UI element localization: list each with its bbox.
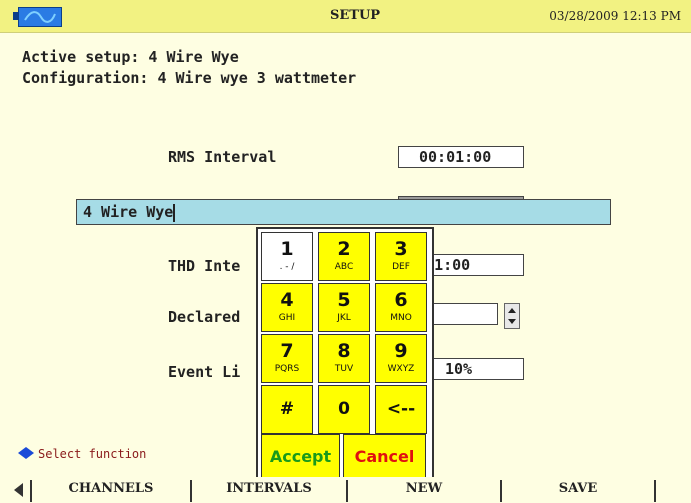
- key-4[interactable]: 4 GHI: [261, 283, 313, 332]
- battery-waveform-icon: [24, 11, 56, 23]
- key-hash[interactable]: #: [261, 385, 313, 434]
- spin-down-icon[interactable]: [508, 319, 516, 324]
- key-5[interactable]: 5 JKL: [318, 283, 370, 332]
- keypad-dialog: 1 . - / 2 ABC 3 DEF 4 GHI 5 JKL 6 MNO 7 …: [256, 227, 434, 483]
- status-hint-text: Select function: [38, 447, 147, 461]
- key-0[interactable]: 0: [318, 385, 370, 434]
- cancel-button[interactable]: Cancel: [343, 434, 426, 479]
- setup-name-input[interactable]: 4 Wire Wye: [76, 199, 611, 225]
- setup-screen: SETUP 03/28/2009 12:13 PM Active setup: …: [0, 0, 691, 503]
- key-8[interactable]: 8 TUV: [318, 334, 370, 383]
- rms-interval-label: RMS Interval: [168, 148, 277, 166]
- save-button[interactable]: SAVE: [502, 481, 654, 496]
- datetime: 03/28/2009 12:13 PM: [549, 9, 681, 23]
- event-limit-label: Event Li: [168, 363, 241, 381]
- declared-label: Declared: [168, 308, 241, 326]
- thd-interval-label: THD Inte: [168, 257, 241, 275]
- function-divider: [654, 480, 656, 502]
- rms-interval-field[interactable]: 00:01:00: [398, 146, 524, 168]
- key-9[interactable]: 9 WXYZ: [375, 334, 427, 383]
- key-1[interactable]: 1 . - /: [261, 232, 313, 281]
- screen-title: SETUP: [330, 8, 381, 23]
- text-caret: [173, 203, 176, 222]
- spin-up-icon[interactable]: [508, 308, 516, 313]
- battery-icon: [18, 7, 62, 27]
- setup-name-text: 4 Wire Wye: [83, 203, 174, 221]
- declared-spinner[interactable]: [504, 303, 520, 329]
- key-6[interactable]: 6 MNO: [375, 283, 427, 332]
- channels-button[interactable]: CHANNELS: [32, 481, 190, 496]
- key-2[interactable]: 2 ABC: [318, 232, 370, 281]
- configuration-text: Configuration: 4 Wire wye 3 wattmeter: [22, 69, 357, 87]
- active-setup-text: Active setup: 4 Wire Wye: [22, 48, 239, 66]
- intervals-button[interactable]: INTERVALS: [192, 481, 346, 496]
- scroll-left-icon[interactable]: [14, 483, 23, 497]
- key-backspace[interactable]: <--: [375, 385, 427, 434]
- key-7[interactable]: 7 PQRS: [261, 334, 313, 383]
- event-limit-field[interactable]: 10%: [430, 358, 524, 380]
- key-3[interactable]: 3 DEF: [375, 232, 427, 281]
- title-bar: SETUP 03/28/2009 12:13 PM: [0, 0, 691, 33]
- accept-button[interactable]: Accept: [261, 434, 340, 479]
- function-bar: CHANNELS INTERVALS NEW SAVE: [0, 477, 691, 503]
- left-right-arrows-icon: [18, 447, 34, 462]
- status-hint: Select function: [18, 447, 146, 462]
- new-button[interactable]: NEW: [348, 481, 500, 496]
